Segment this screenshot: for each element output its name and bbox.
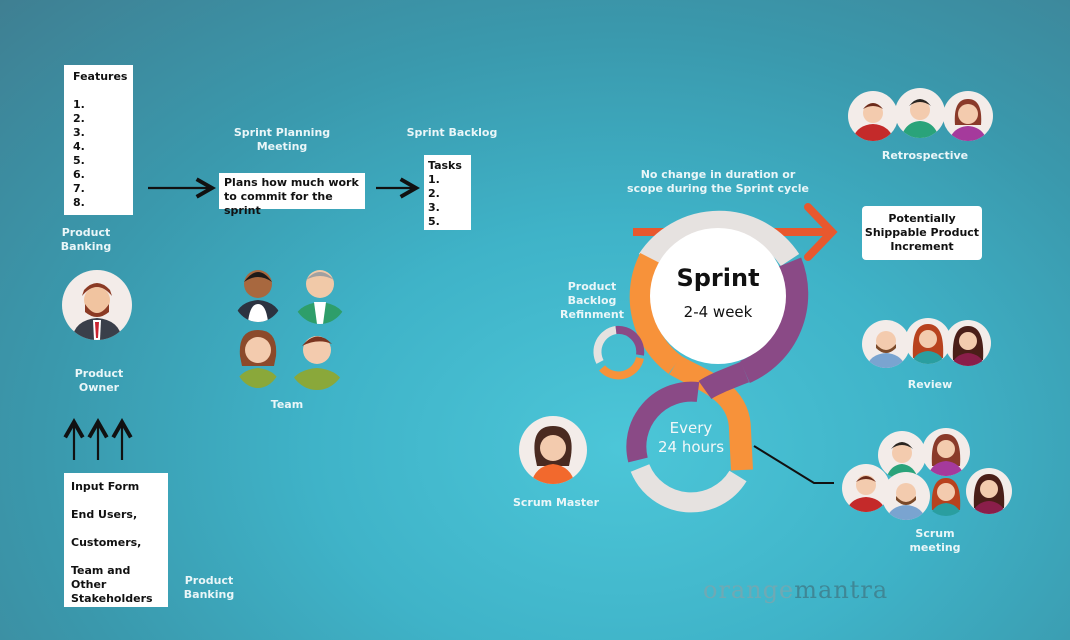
feature-item: 8. — [73, 196, 85, 209]
increment-box: Potentially Shippable Product Increment — [862, 206, 982, 260]
refinement-label: Product Backlog Refinment — [560, 280, 624, 321]
input-form-box: Input Form End Users, Customers, Team and O… — [64, 473, 168, 607]
no-change-note: No change in duration or scope during th… — [627, 168, 809, 195]
sprint-backlog-title: Sprint Backlog — [406, 126, 498, 139]
sprint-planning-title: Sprint Planning Meeting — [233, 126, 331, 153]
daily-cycle-text: Every 24 hours — [657, 419, 725, 456]
scrum-meeting-label: Scrum meeting — [909, 527, 961, 554]
input-form-line: Team and Other Stakeholders — [71, 564, 153, 605]
scrum-meeting-avatar — [922, 428, 970, 476]
team-member-avatar — [234, 326, 282, 388]
features-list: 1. 2. 3. 4. 5. 6. 7. 8. — [73, 98, 133, 210]
review-avatar — [862, 320, 910, 368]
feature-item: 5. — [73, 154, 85, 167]
review-avatar — [945, 320, 991, 366]
sprint-backlog-box: Tasks 1. 2. 3. 5. — [424, 155, 471, 230]
sprint-cycle-graphic — [593, 203, 838, 513]
team-member-avatar — [232, 262, 284, 322]
task-item: 1. — [428, 173, 440, 186]
product-banking-bottom-label: Product Banking — [183, 574, 235, 601]
feature-item: 1. — [73, 98, 85, 111]
input-form-line: End Users, — [71, 508, 138, 521]
watermark-part1: orange — [703, 576, 795, 604]
watermark-logo: orangemantra — [703, 576, 888, 604]
scrum-meeting-avatar — [882, 472, 930, 520]
scrum-master-label: Scrum Master — [512, 496, 600, 509]
tasks-title: Tasks — [428, 159, 462, 172]
scrum-meeting-avatar — [924, 472, 968, 516]
feature-item: 6. — [73, 168, 85, 181]
sprint-title: Sprint — [676, 264, 760, 292]
team-member-avatar — [288, 326, 346, 390]
tasks-list: 1. 2. 3. 5. — [428, 173, 471, 229]
team-label: Team — [270, 398, 304, 411]
features-title: Features — [73, 70, 128, 83]
review-label: Review — [907, 378, 953, 391]
sprint-planning-box: Plans how much work to commit for the sp… — [219, 173, 365, 217]
input-form-lines: Input Form End Users, Customers, Team and O… — [71, 480, 168, 606]
scrum-master-avatar — [519, 416, 587, 484]
input-form-line: Input Form — [71, 480, 140, 493]
scrum-meeting-avatar — [966, 468, 1012, 514]
feature-item: 3. — [73, 126, 85, 139]
retrospective-label: Retrospective — [881, 149, 969, 162]
retrospective-avatar — [848, 91, 898, 141]
feature-item: 4. — [73, 140, 85, 153]
sprint-duration: 2-4 week — [683, 303, 753, 321]
input-form-line: Customers, — [71, 536, 142, 549]
product-banking-top-label: Product Banking — [60, 226, 112, 253]
task-item: 3. — [428, 201, 440, 214]
scrum-connector-line — [753, 445, 834, 484]
task-item: 2. — [428, 187, 440, 200]
task-item: 5. — [428, 215, 440, 228]
feature-item: 2. — [73, 112, 85, 125]
product-owner-label: Product Owner — [74, 367, 124, 394]
team-member-avatar — [292, 262, 348, 324]
retrospective-avatar — [943, 91, 993, 141]
feature-item: 7. — [73, 182, 85, 195]
watermark-part2: mantra — [794, 576, 889, 604]
features-box: Features 1. 2. 3. 4. 5. 6. 7. 8. — [64, 65, 133, 215]
retrospective-avatar — [895, 88, 945, 138]
product-owner-avatar — [62, 270, 132, 340]
